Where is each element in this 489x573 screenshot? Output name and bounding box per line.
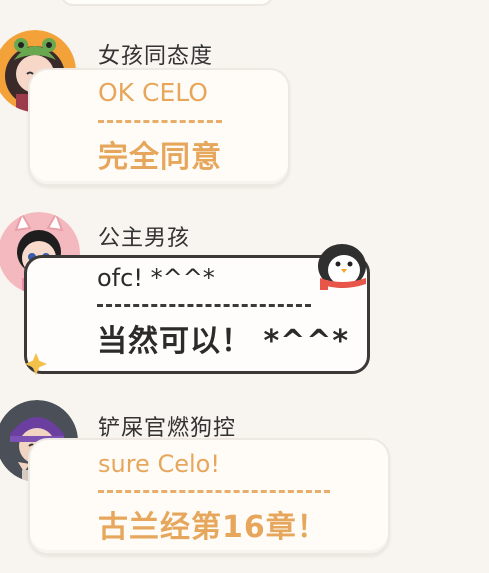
- translation-text: 古兰经第16章！: [98, 510, 328, 545]
- original-text: ofc! *^^*: [97, 264, 215, 292]
- penguin-scarf-icon: [318, 244, 366, 290]
- previous-message-bubble: [60, 0, 274, 6]
- divider-dashes: [97, 304, 311, 307]
- translation-text: 当然可以！ *^^*: [97, 324, 350, 359]
- original-text: OK CELO: [98, 78, 208, 107]
- divider-dashes: [98, 490, 330, 493]
- sparkle-icon: [25, 353, 47, 375]
- translation-text: 完全同意: [98, 140, 222, 175]
- divider-dashes: [98, 120, 222, 123]
- original-text: sure Celo!: [98, 450, 220, 478]
- sender-name: 女孩同态度: [98, 44, 214, 69]
- message-bubble[interactable]: sure Celo! 古兰经第16章！: [28, 438, 390, 555]
- message-bubble[interactable]: OK CELO 完全同意: [28, 68, 290, 186]
- sender-name: 公主男孩: [98, 226, 191, 251]
